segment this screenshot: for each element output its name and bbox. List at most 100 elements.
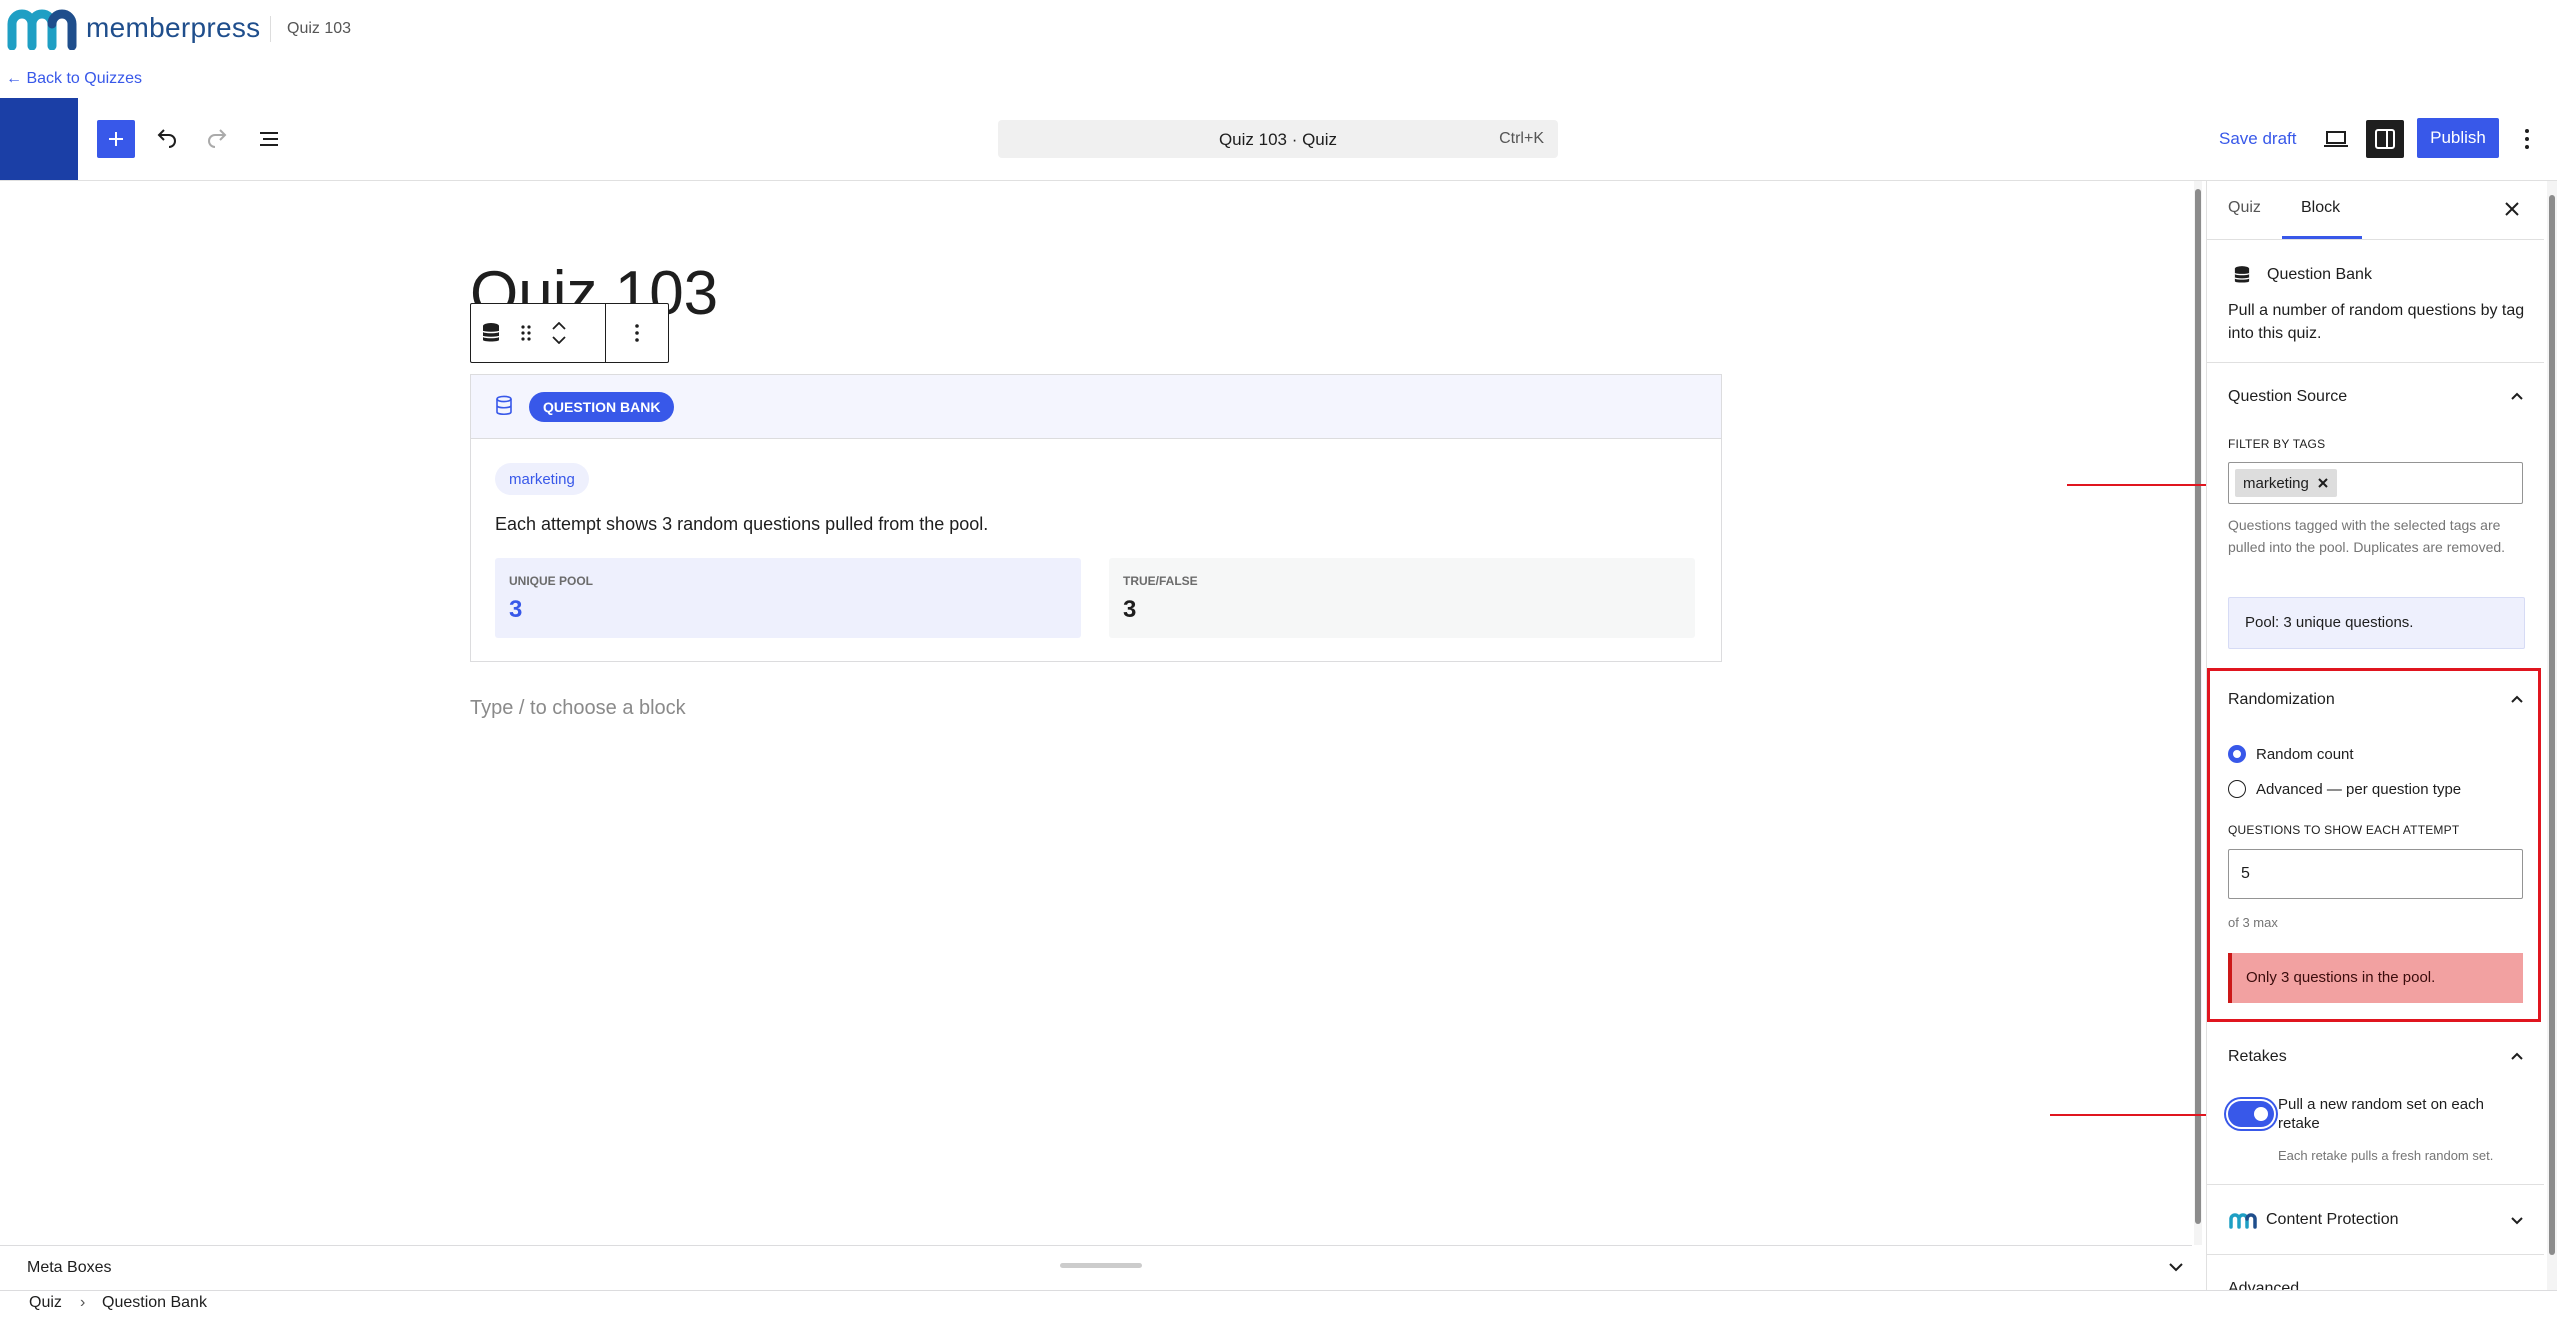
filter-by-tags-input[interactable]: marketing bbox=[2228, 462, 2523, 504]
annotation-arrow bbox=[2067, 478, 2229, 492]
randomization-toggle[interactable]: Randomization bbox=[2228, 691, 2335, 709]
editor-header: Quiz 103 · Quiz Ctrl+K Save draft Publis… bbox=[0, 98, 2557, 181]
retakes-toggle[interactable]: Retakes bbox=[2228, 1048, 2287, 1066]
memberpress-icon bbox=[2229, 1213, 2257, 1229]
tab-block[interactable]: Block bbox=[2301, 199, 2340, 217]
database-icon bbox=[2234, 266, 2250, 283]
options-menu-button[interactable] bbox=[2508, 120, 2546, 158]
question-source-toggle[interactable]: Question Source bbox=[2228, 388, 2347, 406]
canvas-scrollbar[interactable] bbox=[2194, 181, 2202, 1245]
filter-by-tags-label: FILTER BY TAGS bbox=[2228, 437, 2326, 451]
radio-label: Random count bbox=[2256, 745, 2354, 763]
active-tab-indicator bbox=[2282, 236, 2362, 239]
command-palette-bar[interactable]: Quiz 103 · Quiz Ctrl+K bbox=[998, 120, 1558, 158]
chevron-right-icon: › bbox=[80, 1294, 86, 1311]
brand-name: memberpress bbox=[86, 12, 261, 43]
pool-notice-text: Pool: 3 unique questions. bbox=[2245, 614, 2414, 631]
undo-icon bbox=[157, 129, 176, 148]
sidebar-scrollbar[interactable] bbox=[2547, 181, 2557, 1290]
tab-quiz[interactable]: Quiz bbox=[2228, 199, 2261, 217]
site-icon-button[interactable] bbox=[0, 98, 78, 180]
brand-page-title: Quiz 103 bbox=[287, 20, 352, 37]
stat-value: 3 bbox=[1123, 596, 1137, 623]
chevron-up-icon[interactable] bbox=[2507, 386, 2527, 406]
more-vertical-icon bbox=[2525, 129, 2529, 149]
publish-button[interactable]: Publish bbox=[2417, 118, 2499, 158]
undo-button[interactable] bbox=[148, 120, 186, 158]
add-block-button[interactable] bbox=[97, 120, 135, 158]
section-divider bbox=[2207, 1254, 2544, 1255]
meta-boxes-label: Meta Boxes bbox=[27, 1259, 112, 1276]
content-protection-toggle[interactable]: Content Protection bbox=[2266, 1211, 2399, 1229]
preview-button[interactable] bbox=[2317, 120, 2355, 158]
question-bank-header: QUESTION BANK bbox=[471, 375, 1721, 439]
radio-button[interactable] bbox=[2228, 780, 2246, 798]
brand-bar: memberpress Quiz 103 ← Back to Quizzes bbox=[0, 0, 2557, 98]
pool-notice: Pool: 3 unique questions. bbox=[2228, 597, 2525, 649]
command-shortcut: Ctrl+K bbox=[1499, 130, 1544, 147]
chevron-down-icon[interactable] bbox=[552, 336, 566, 344]
editor-canvas bbox=[0, 181, 2192, 1245]
back-to-quizzes-link[interactable]: ← Back to Quizzes bbox=[6, 70, 142, 88]
question-bank-block[interactable]: QUESTION BANK marketing Each attempt sho… bbox=[470, 374, 1722, 662]
new-random-set-toggle[interactable] bbox=[2228, 1101, 2274, 1127]
chevron-down-icon[interactable] bbox=[2507, 1210, 2527, 1230]
radio-random-count[interactable]: Random count bbox=[2228, 745, 2354, 763]
annotation-arrow bbox=[2050, 1108, 2220, 1122]
settings-sidebar: Quiz Block Question Bank Pull a number o… bbox=[2206, 181, 2544, 1290]
document-overview-button[interactable] bbox=[250, 120, 288, 158]
breadcrumb-item[interactable]: Question Bank bbox=[102, 1294, 207, 1312]
radio-label: Advanced — per question type bbox=[2256, 780, 2462, 798]
block-card-description: Pull a number of random questions by tag… bbox=[2228, 302, 2525, 342]
chevron-up-icon[interactable] bbox=[2507, 689, 2527, 709]
questions-count-input[interactable]: 5 bbox=[2228, 849, 2523, 899]
questions-count-help: of 3 max bbox=[2228, 915, 2278, 930]
block-type-button[interactable] bbox=[471, 304, 511, 362]
block-breadcrumb: Quiz › Question Bank bbox=[0, 1290, 2557, 1317]
section-divider bbox=[2207, 362, 2544, 363]
tag-token: marketing bbox=[2235, 469, 2337, 497]
canvas-scroll-thumb[interactable] bbox=[2195, 189, 2201, 1224]
drag-handle[interactable] bbox=[511, 304, 541, 362]
chevron-up-icon[interactable] bbox=[2507, 1046, 2527, 1066]
error-notice: Only 3 questions in the pool. bbox=[2228, 953, 2523, 1003]
questions-count-label: QUESTIONS TO SHOW EACH ATTEMPT bbox=[2228, 823, 2460, 837]
close-icon[interactable] bbox=[2504, 201, 2520, 217]
stat-value: 3 bbox=[509, 596, 523, 623]
error-notice-text: Only 3 questions in the pool. bbox=[2246, 969, 2436, 986]
toggle-label: Pull a new random set on each retake bbox=[2278, 1096, 2484, 1132]
plus-icon bbox=[109, 132, 123, 146]
brand-divider bbox=[270, 16, 271, 42]
radio-advanced[interactable]: Advanced — per question type bbox=[2228, 780, 2461, 798]
breadcrumb-item[interactable]: Quiz bbox=[29, 1294, 62, 1312]
redo-icon bbox=[208, 129, 227, 148]
save-draft-button[interactable]: Save draft bbox=[2219, 129, 2297, 149]
tag-token-label: marketing bbox=[2243, 474, 2309, 492]
more-vertical-icon bbox=[635, 324, 639, 342]
block-options-button[interactable] bbox=[606, 304, 668, 362]
chevron-down-icon[interactable] bbox=[2168, 1262, 2184, 1272]
advanced-toggle[interactable]: Advanced bbox=[2228, 1280, 2299, 1290]
unique-pool-stat: UNIQUE POOL 3 bbox=[495, 558, 1081, 638]
sidebar-icon bbox=[2375, 129, 2395, 149]
tag-chip: marketing bbox=[495, 463, 589, 495]
settings-sidebar-toggle[interactable] bbox=[2366, 120, 2404, 158]
true-false-stat: TRUE/FALSE 3 bbox=[1109, 558, 1695, 638]
memberpress-logo[interactable]: memberpress bbox=[6, 6, 260, 50]
resize-handle[interactable] bbox=[1060, 1263, 1142, 1268]
meta-boxes-panel[interactable]: Meta Boxes bbox=[0, 1245, 2192, 1291]
list-view-icon bbox=[260, 132, 278, 146]
redo-button[interactable] bbox=[198, 120, 236, 158]
radio-button[interactable] bbox=[2228, 745, 2246, 763]
command-title: Quiz 103 · Quiz bbox=[1218, 130, 1338, 149]
block-appender-placeholder[interactable]: Type / to choose a block bbox=[470, 697, 686, 720]
move-block-arrows[interactable] bbox=[541, 304, 577, 362]
remove-tag-icon[interactable] bbox=[2317, 477, 2329, 489]
block-toolbar bbox=[470, 303, 669, 363]
laptop-icon bbox=[2324, 131, 2348, 147]
sidebar-scroll-thumb[interactable] bbox=[2549, 195, 2555, 1255]
stat-label: UNIQUE POOL bbox=[509, 574, 594, 588]
stat-label: TRUE/FALSE bbox=[1123, 574, 1198, 588]
chevron-up-icon[interactable] bbox=[552, 322, 566, 330]
section-divider bbox=[2207, 1184, 2544, 1185]
